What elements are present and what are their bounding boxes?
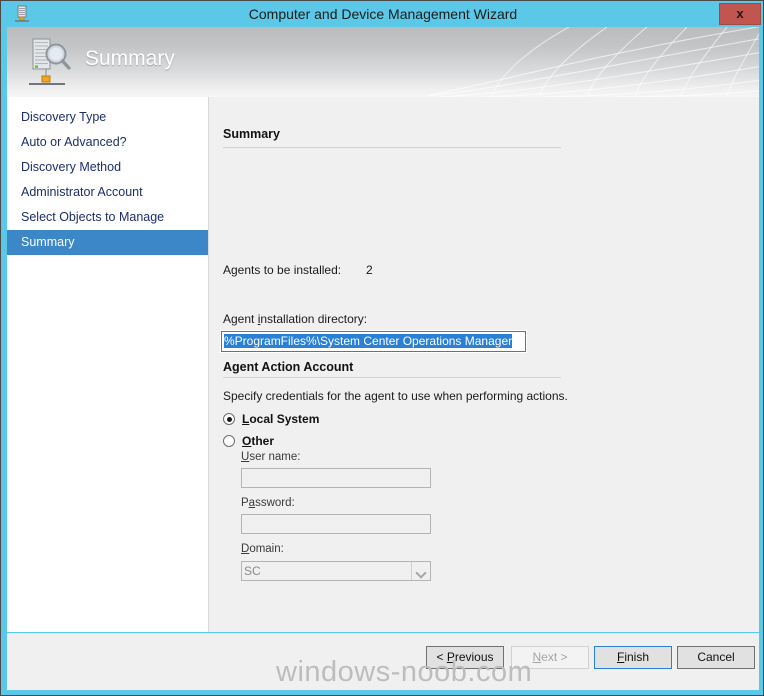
sidebar-item-administrator-account[interactable]: Administrator Account: [7, 180, 208, 205]
summary-heading: Summary: [223, 127, 280, 141]
wizard-banner: Summary: [7, 27, 759, 97]
title-bar: Computer and Device Management Wizard x: [1, 1, 763, 27]
window-title: Computer and Device Management Wizard: [248, 6, 518, 22]
radio-other-indicator: [223, 435, 235, 447]
agent-action-account-rule: [223, 377, 561, 378]
radio-local-system-indicator: [223, 413, 235, 425]
install-directory-value: %ProgramFiles%\System Center Operations …: [224, 334, 513, 348]
install-directory-label: Agent installation directory:: [223, 312, 368, 326]
sidebar-item-discovery-method[interactable]: Discovery Method: [7, 155, 208, 180]
sidebar-item-discovery-type[interactable]: Discovery Type: [7, 105, 208, 130]
domain-value: SC: [244, 564, 261, 578]
sidebar-item-summary[interactable]: Summary: [7, 230, 208, 255]
username-input[interactable]: [241, 468, 431, 488]
agent-action-account-heading: Agent Action Account: [223, 360, 354, 374]
agents-to-install-label: Agents to be installed:: [223, 263, 342, 277]
banner-title: Summary: [85, 47, 175, 70]
install-directory-input[interactable]: %ProgramFiles%\System Center Operations …: [220, 330, 527, 353]
username-label: User name:: [241, 451, 301, 463]
radio-other[interactable]: Other: [223, 432, 274, 450]
agents-to-install-count: 2: [366, 263, 373, 277]
cancel-button[interactable]: Cancel: [677, 646, 755, 669]
wizard-window: Computer and Device Management Wizard x: [0, 0, 764, 696]
action-account-description: Specify credentials for the agent to use…: [223, 389, 568, 403]
radio-local-system[interactable]: Local System: [223, 410, 319, 428]
summary-heading-rule: [223, 147, 561, 148]
sidebar-item-auto-or-advanced[interactable]: Auto or Advanced?: [7, 130, 208, 155]
radio-other-label: Other: [242, 434, 275, 448]
close-icon[interactable]: x: [719, 3, 761, 25]
banner-mesh-decoration: [429, 27, 759, 97]
wizard-footer: < Previous Next > Finish Cancel: [7, 633, 759, 690]
password-input[interactable]: [241, 514, 431, 534]
finish-button[interactable]: Finish: [594, 646, 672, 669]
server-discovery-icon: [23, 35, 77, 89]
radio-local-system-label: Local System: [242, 412, 320, 426]
wizard-step-list: Discovery Type Auto or Advanced? Discove…: [7, 97, 209, 632]
password-label: Password:: [241, 497, 295, 509]
previous-button[interactable]: < Previous: [426, 646, 504, 669]
domain-label: Domain:: [241, 543, 284, 555]
sidebar-item-select-objects-to-manage[interactable]: Select Objects to Manage: [7, 205, 208, 230]
chevron-down-icon[interactable]: [411, 562, 430, 580]
next-button: Next >: [511, 646, 589, 669]
domain-combobox[interactable]: SC: [241, 561, 431, 581]
wizard-content-pane: Summary Agents to be installed: 2 Agent …: [209, 97, 759, 678]
